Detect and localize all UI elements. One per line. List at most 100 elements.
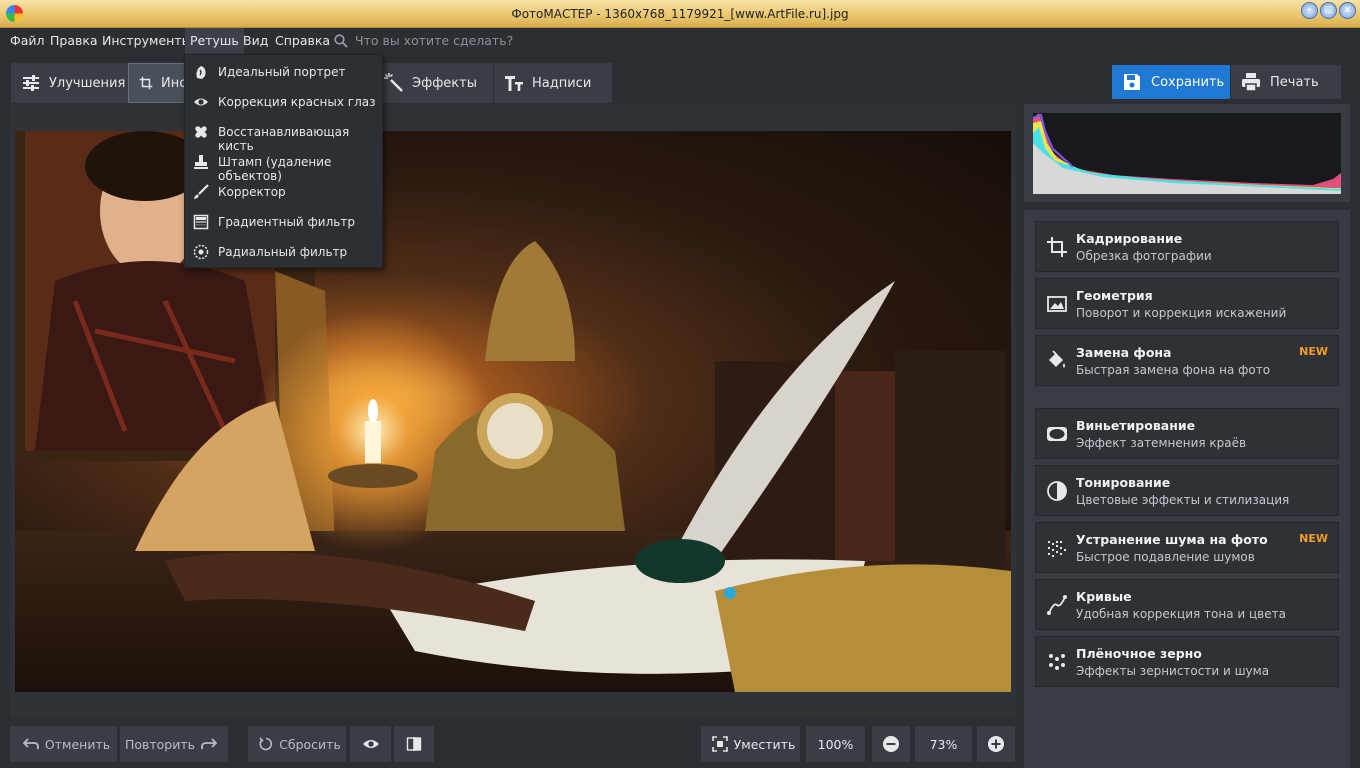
photo-preview[interactable] — [15, 131, 1011, 692]
effect-background-replace[interactable]: Замена фона Быстрая замена фона на фото … — [1035, 335, 1339, 386]
text-icon — [505, 76, 523, 91]
effect-desc: Обрезка фотографии — [1076, 249, 1212, 263]
toning-icon — [1047, 481, 1067, 501]
menu-item-radial-filter[interactable]: Радиальный фильтр — [185, 236, 384, 266]
menu-retouch[interactable]: Ретушь — [185, 28, 244, 54]
effect-desc: Удобная коррекция тона и цвета — [1076, 607, 1286, 621]
effect-noise-reduction[interactable]: Устранение шума на фото Быстрое подавлен… — [1035, 522, 1339, 573]
effect-desc: Эффект затемнения краёв — [1076, 436, 1247, 450]
tab-effects[interactable]: Эффекты — [374, 63, 493, 103]
minimize-icon[interactable]: – — [1301, 2, 1318, 19]
effect-geometry[interactable]: Геометрия Поворот и коррекция искажений — [1035, 278, 1339, 329]
effect-name: Устранение шума на фото — [1076, 532, 1268, 547]
preview-toggle-button[interactable] — [350, 726, 391, 762]
effect-name: Виньетирование — [1076, 418, 1196, 433]
new-badge: NEW — [1299, 532, 1328, 545]
menu-item-label: Радиальный фильтр — [218, 245, 348, 259]
effect-vignette[interactable]: Виньетирование Эффект затемнения краёв — [1035, 408, 1339, 459]
search-input[interactable]: Что вы хотите сделать? — [355, 28, 513, 54]
minus-circle-icon — [883, 736, 899, 752]
reset-icon — [259, 737, 273, 751]
menu-item-label: Корректор — [218, 185, 286, 199]
effect-name: Тонирование — [1076, 475, 1171, 490]
menu-item-red-eye[interactable]: Коррекция красных глаз — [185, 86, 384, 116]
menu-item-healing-brush[interactable]: Восстанавливающая кисть — [185, 116, 384, 153]
eye-icon — [194, 98, 208, 106]
menu-file[interactable]: Файл — [5, 28, 50, 54]
effect-desc: Цветовые эффекты и стилизация — [1076, 493, 1290, 507]
noise-icon — [1048, 541, 1066, 557]
stamp-icon — [194, 155, 208, 169]
effect-name: Кадрирование — [1076, 231, 1183, 246]
still-life-photo — [15, 131, 1011, 692]
menu-item-label: Градиентный фильтр — [218, 215, 355, 229]
brush-icon — [194, 184, 209, 199]
curves-icon — [1047, 595, 1067, 615]
redo-button[interactable]: Повторить — [120, 726, 228, 762]
redo-label: Повторить — [124, 736, 196, 752]
print-button[interactable]: Печать — [1231, 65, 1341, 99]
effect-name: Геометрия — [1076, 288, 1153, 303]
title-bar: ФотоМАСТЕР - 1360x768_1179921_[www.ArtFi… — [0, 0, 1360, 28]
close-icon[interactable]: × — [1339, 2, 1356, 19]
tab-captions[interactable]: Надписи — [494, 63, 612, 103]
paint-bucket-icon — [1049, 350, 1065, 368]
zoom-level[interactable]: 73% — [915, 726, 972, 762]
histogram-graph — [1032, 113, 1341, 194]
undo-label: Отменить — [44, 736, 111, 752]
effect-film-grain[interactable]: Плёночное зерно Эффекты зернистости и шу… — [1035, 636, 1339, 687]
plus-circle-icon — [988, 736, 1004, 752]
effect-curves[interactable]: Кривые Удобная коррекция тона и цвета — [1035, 579, 1339, 630]
geometry-icon — [1047, 296, 1067, 312]
effect-desc: Поворот и коррекция искажений — [1076, 306, 1287, 320]
menu-item-gradient-filter[interactable]: Градиентный фильтр — [185, 206, 384, 236]
floppy-disk-icon — [1124, 74, 1140, 90]
crop-icon — [139, 76, 153, 90]
grain-icon — [1049, 654, 1065, 670]
magic-wand-icon — [384, 73, 403, 92]
effect-name: Плёночное зерно — [1076, 646, 1202, 661]
effect-crop[interactable]: Кадрирование Обрезка фотографии — [1035, 221, 1339, 272]
zoom-out-button[interactable] — [872, 726, 910, 762]
compare-button[interactable] — [394, 726, 434, 762]
portrait-icon — [196, 66, 206, 79]
print-label: Печать — [1270, 74, 1319, 90]
menu-tools[interactable]: Инструменты — [97, 28, 196, 54]
undo-icon — [22, 738, 39, 749]
effect-desc: Быстрое подавление шумов — [1076, 550, 1255, 564]
save-label: Сохранить — [1151, 74, 1225, 90]
eye-icon — [362, 740, 379, 748]
effect-name: Замена фона — [1076, 345, 1172, 360]
menu-item-ideal-portrait[interactable]: Идеальный портрет — [185, 56, 384, 86]
menu-view[interactable]: Вид — [238, 28, 273, 54]
undo-button[interactable]: Отменить — [10, 726, 117, 762]
effect-desc: Быстрая замена фона на фото — [1076, 363, 1271, 377]
fit-screen-icon — [711, 736, 728, 752]
effect-name: Кривые — [1076, 589, 1132, 604]
tab-label: Улучшения — [49, 75, 126, 91]
maximize-icon[interactable]: □ — [1320, 2, 1337, 19]
menu-help[interactable]: Справка — [270, 28, 335, 54]
effect-desc: Эффекты зернистости и шума — [1076, 664, 1270, 678]
menu-edit[interactable]: Правка — [45, 28, 103, 54]
fit-button[interactable]: Уместить — [701, 726, 800, 762]
tab-label: Надписи — [532, 75, 592, 91]
menu-bar: Файл Правка Инструменты Ретушь Вид Справ… — [0, 28, 1360, 54]
search-icon[interactable] — [334, 34, 348, 48]
window-title: ФотоМАСТЕР - 1360x768_1179921_[www.ArtFi… — [511, 7, 849, 21]
compare-icon — [406, 737, 422, 751]
tab-enhancements[interactable]: Улучшения — [11, 63, 128, 103]
radial-filter-icon — [193, 244, 209, 260]
printer-icon — [1242, 73, 1260, 92]
retouch-dropdown-menu: Идеальный портрет Коррекция красных глаз… — [184, 54, 383, 268]
reset-button[interactable]: Сбросить — [248, 726, 346, 762]
menu-item-stamp[interactable]: Штамп (удаление объектов) — [185, 146, 384, 183]
new-badge: NEW — [1299, 345, 1328, 358]
effect-toning[interactable]: Тонирование Цветовые эффекты и стилизаци… — [1035, 465, 1339, 516]
save-button[interactable]: Сохранить — [1112, 65, 1230, 99]
fit-label: Уместить — [733, 736, 796, 752]
zoom-in-button[interactable] — [977, 726, 1015, 762]
menu-item-label: Коррекция красных глаз — [218, 95, 376, 109]
menu-item-corrector[interactable]: Корректор — [185, 176, 384, 206]
zoom-100-button[interactable]: 100% — [806, 726, 865, 762]
